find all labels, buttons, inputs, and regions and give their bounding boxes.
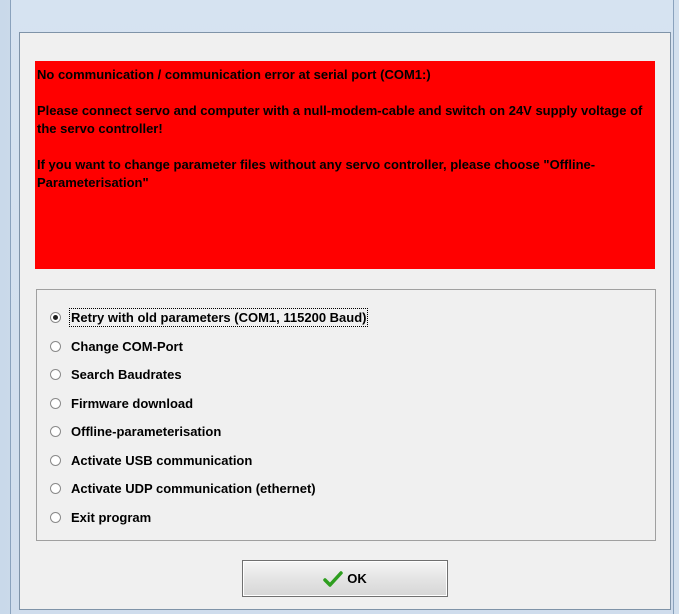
error-offline-hint: If you want to change parameter files wi… [37,157,596,190]
option-udp-communication[interactable]: Activate UDP communication (ethernet) [50,479,316,497]
ok-button-label: OK [347,571,367,586]
error-instruction: Please connect servo and computer with a… [37,103,643,136]
error-message-panel: No communication / communication error a… [35,61,655,269]
option-firmware-download[interactable]: Firmware download [50,394,193,412]
radio-usb-communication[interactable] [50,454,61,466]
option-search-baudrates-label: Search Baudrates [71,366,182,382]
dialog-client-area: No communication / communication error a… [19,32,671,610]
option-offline-parameterisation-label: Offline-parameterisation [71,423,222,439]
option-firmware-download-label: Firmware download [71,395,194,411]
option-usb-communication[interactable]: Activate USB communication [50,451,252,469]
option-change-com-port-label: Change COM-Port [71,338,183,354]
option-retry[interactable]: Retry with old parameters (COM1, 115200 … [50,307,369,327]
radio-udp-communication[interactable] [50,482,61,494]
radio-change-com-port[interactable] [50,340,61,352]
option-exit-program[interactable]: Exit program [50,508,151,526]
radio-exit-program[interactable] [50,511,61,523]
option-change-com-port[interactable]: Change COM-Port [50,337,183,355]
check-icon [323,570,343,587]
option-usb-communication-label: Activate USB communication [71,452,253,468]
ok-button[interactable]: OK [242,560,448,597]
option-retry-label: Retry with old parameters (COM1, 115200 … [68,307,369,327]
option-udp-communication-label: Activate UDP communication (ethernet) [71,480,316,496]
radio-offline-parameterisation[interactable] [50,425,61,437]
option-search-baudrates[interactable]: Search Baudrates [50,365,182,383]
dialog-window: No communication / communication error a… [10,0,674,614]
radio-firmware-download[interactable] [50,397,61,409]
options-group: Retry with old parameters (COM1, 115200 … [36,289,656,541]
radio-retry[interactable] [50,311,61,323]
error-title: No communication / communication error a… [37,67,431,82]
radio-search-baudrates[interactable] [50,368,61,380]
option-offline-parameterisation[interactable]: Offline-parameterisation [50,422,221,440]
option-exit-program-label: Exit program [71,509,152,525]
